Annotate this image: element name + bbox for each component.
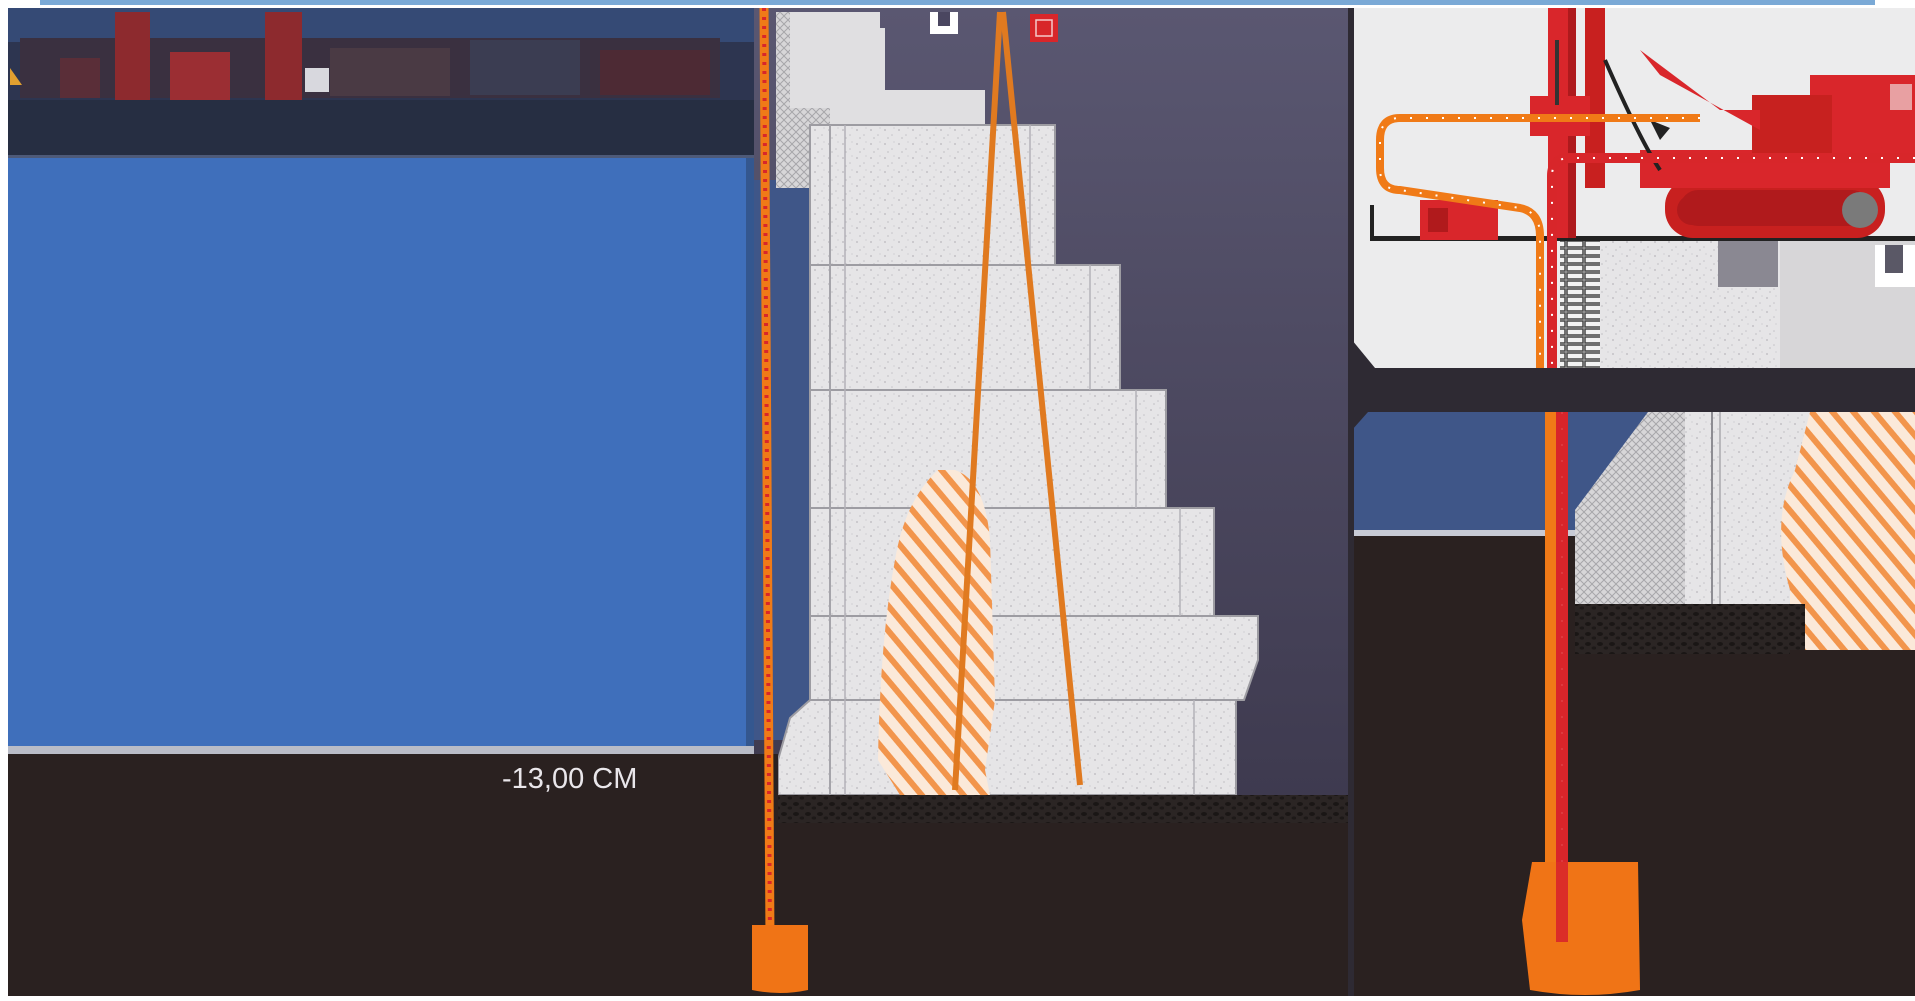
quay-wall-cross-section: -13,00 CM [0,0,1915,996]
quay-wall-section [752,7,1352,996]
quay-block-3 [809,389,1167,509]
diagram-canvas: -13,00 CM [0,0,1915,996]
grout-bulb-left [752,925,808,993]
depth-label: -13,00 CM [502,763,637,795]
seabed-line [8,746,766,754]
top-frame-line [40,0,1875,5]
quay-block-6 [777,699,1237,796]
brick-wall [1560,241,1600,368]
panel-divider [1348,8,1354,996]
anchor-head [1030,14,1058,42]
sea-water [8,158,746,746]
grout-bulb-right [1522,862,1640,995]
quay-block-2 [809,264,1121,391]
gravel-bed [778,795,1352,823]
right-panel [1348,8,1915,996]
left-panel [8,8,766,996]
quay-block-5 [809,615,1259,701]
quay-block-4 [809,507,1215,617]
seabed-ground [8,754,766,996]
